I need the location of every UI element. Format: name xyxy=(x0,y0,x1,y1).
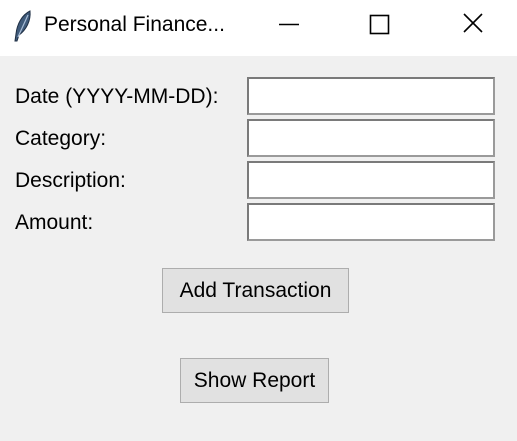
amount-input[interactable] xyxy=(247,203,495,241)
date-label: Date (YYYY-MM-DD): xyxy=(15,85,219,108)
minimize-button[interactable] xyxy=(250,0,330,50)
amount-label: Amount: xyxy=(15,211,94,234)
category-label: Category: xyxy=(15,127,107,150)
maximize-icon xyxy=(369,14,390,35)
add-transaction-button[interactable]: Add Transaction xyxy=(162,268,349,313)
title-bar: Personal Finance... xyxy=(0,0,517,56)
maximize-button[interactable] xyxy=(340,0,420,50)
category-input[interactable] xyxy=(247,119,495,157)
close-button[interactable] xyxy=(432,0,512,50)
feather-icon xyxy=(10,8,36,44)
form-panel: Date (YYYY-MM-DD): Category: Description… xyxy=(0,56,517,441)
description-input[interactable] xyxy=(247,161,495,199)
minimize-icon xyxy=(279,23,299,26)
date-input[interactable] xyxy=(247,77,495,115)
close-icon xyxy=(463,13,483,33)
description-label: Description: xyxy=(15,169,126,192)
app-window: Personal Finance... Date (YYYY-MM-DD): C… xyxy=(0,0,517,441)
show-report-button[interactable]: Show Report xyxy=(180,358,329,403)
window-title: Personal Finance... xyxy=(44,13,225,36)
